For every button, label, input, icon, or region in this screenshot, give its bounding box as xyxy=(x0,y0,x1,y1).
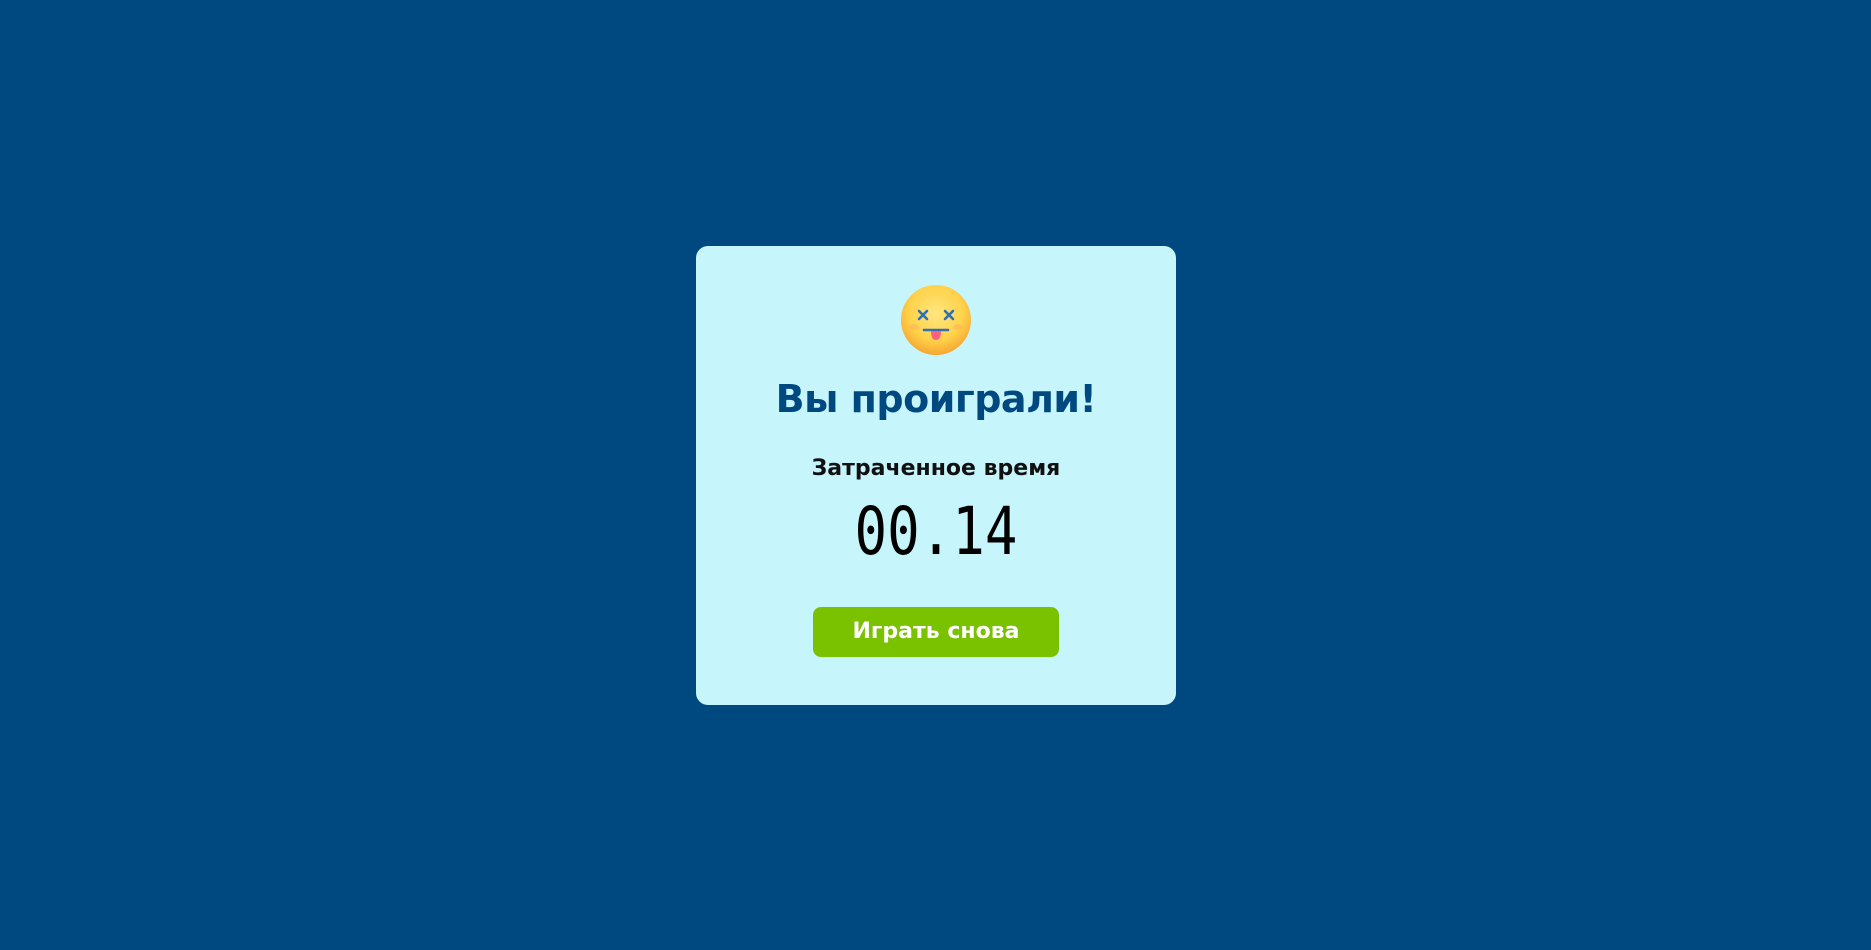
elapsed-time-value: 00.14 xyxy=(854,493,1018,570)
game-over-modal: Вы проиграли! Затраченное время 00.14 Иг… xyxy=(696,246,1176,705)
elapsed-time-label: Затраченное время xyxy=(811,456,1061,481)
dizzy-face-icon xyxy=(901,285,971,355)
game-over-title: Вы проиграли! xyxy=(775,377,1097,421)
play-again-button[interactable]: Играть снова xyxy=(813,607,1059,657)
